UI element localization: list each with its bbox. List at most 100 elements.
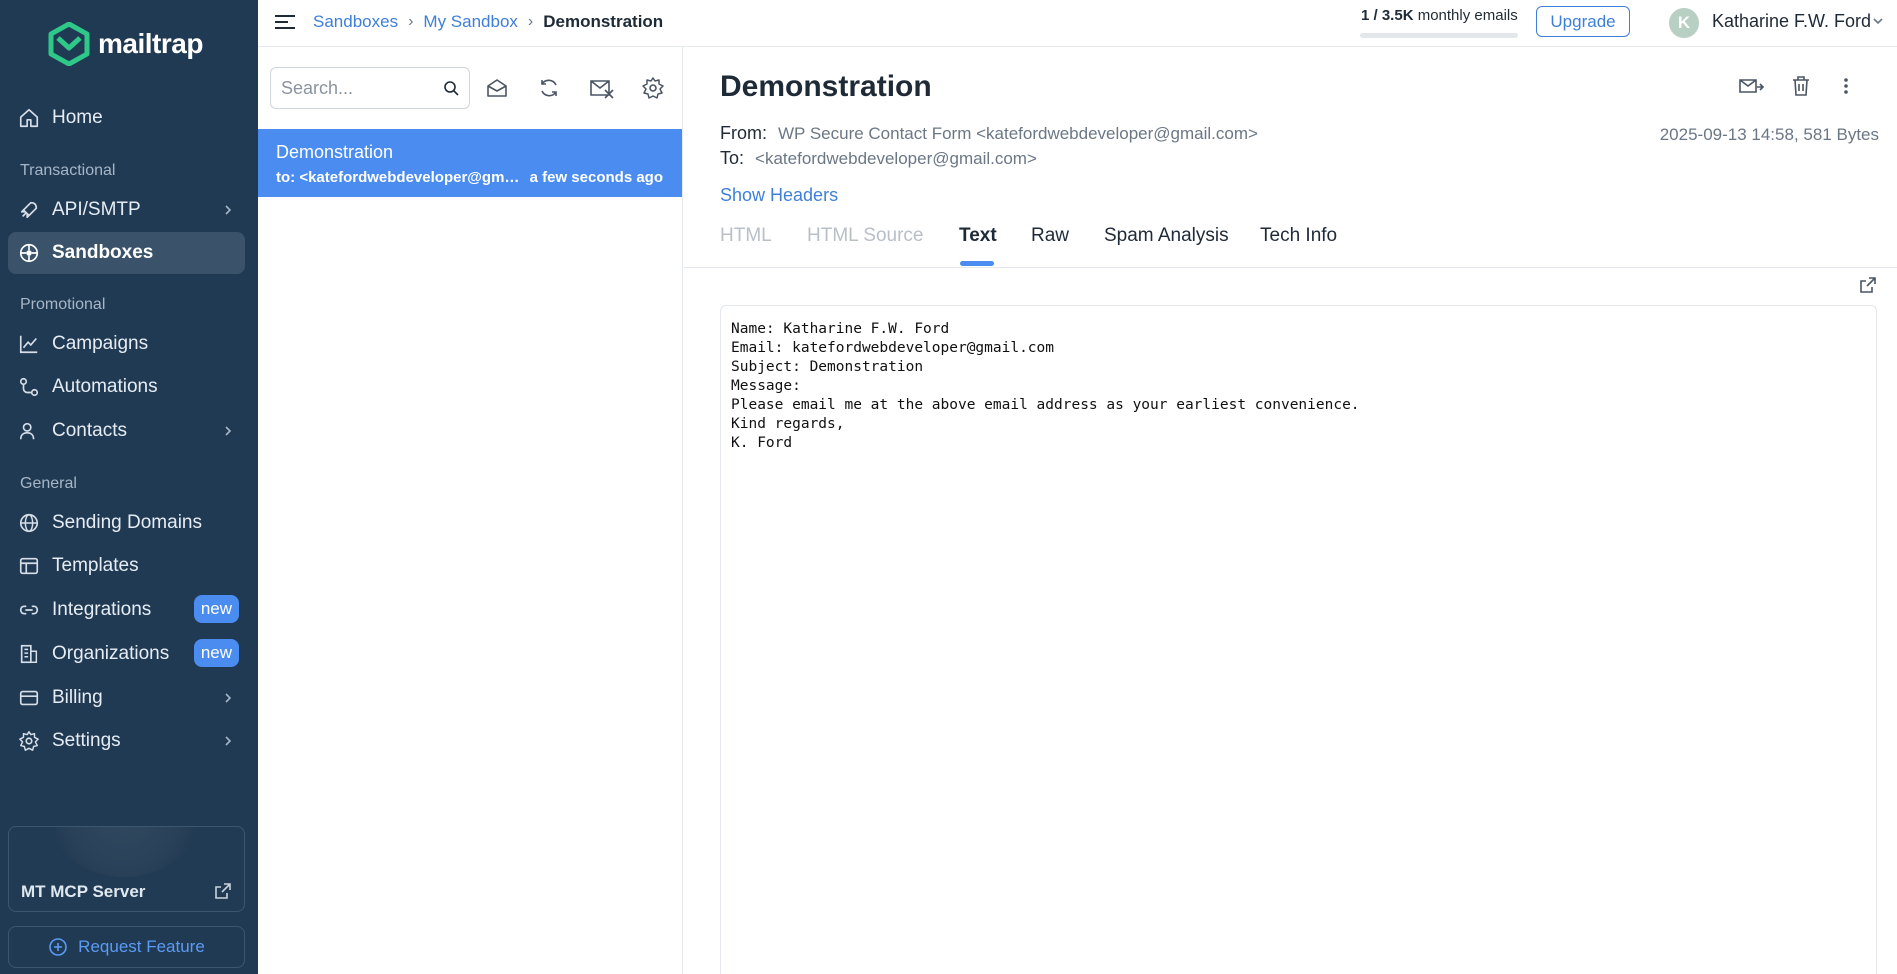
automation-icon [19, 377, 39, 397]
body-line: K. Ford [731, 435, 793, 451]
external-link-icon[interactable] [214, 882, 232, 900]
tab-html[interactable]: HTML [720, 225, 772, 247]
credit-card-icon [19, 690, 39, 706]
new-badge: new [193, 639, 239, 667]
search-icon[interactable] [443, 80, 459, 96]
to-value: <katefordwebdeveloper@gmail.com> [755, 149, 1037, 168]
sidebar-item-api-smtp[interactable]: API/SMTP [8, 189, 245, 231]
body-line: Email: katefordwebdeveloper@gmail.com [731, 340, 1055, 356]
sidebar-item-billing[interactable]: Billing [8, 677, 245, 719]
sidebar-item-label: Sending Domains [52, 512, 202, 533]
chevron-right-icon [225, 693, 232, 703]
message-title: Demonstration [720, 70, 932, 103]
breadcrumb-separator: › [527, 13, 534, 30]
request-feature-label: Request Feature [78, 937, 205, 956]
show-headers-link[interactable]: Show Headers [720, 185, 838, 206]
quota-suffix: monthly emails [1417, 7, 1518, 24]
sidebar-item-integrations[interactable]: Integrations new [8, 589, 245, 631]
quota-progress-bar [1360, 33, 1518, 38]
body-line: Name: Katharine F.W. Ford [731, 321, 950, 337]
link-icon [19, 605, 39, 615]
trash-icon[interactable] [1790, 75, 1812, 97]
search-input[interactable] [281, 68, 431, 108]
sidebar-item-settings[interactable]: Settings [8, 720, 245, 762]
tab-tech-info[interactable]: Tech Info [1260, 225, 1337, 247]
tab-text[interactable]: Text [959, 225, 997, 247]
sidebar: mailtrap Home Transactional API/SMTP San… [0, 0, 258, 974]
tab-html-source[interactable]: HTML Source [807, 225, 924, 247]
request-feature-button[interactable]: Request Feature [8, 926, 245, 968]
message-list-panel: Demonstration to: <katefordwebdeveloper@… [258, 47, 683, 974]
section-promotional: Promotional [20, 296, 106, 313]
gear-icon[interactable] [642, 77, 664, 99]
user-name[interactable]: Katharine F.W. Ford [1712, 11, 1871, 32]
mailtrap-logo[interactable]: mailtrap [48, 22, 203, 66]
quota-text: 1 / 3.5K monthly emails [1361, 7, 1518, 24]
breadcrumb-my-sandbox[interactable]: My Sandbox [423, 12, 518, 32]
sidebar-item-organizations[interactable]: Organizations new [8, 633, 245, 675]
home-icon [19, 108, 39, 128]
to-label: To: [720, 148, 745, 168]
refresh-icon[interactable] [538, 77, 560, 99]
chevron-down-icon[interactable] [1872, 16, 1884, 26]
avatar[interactable]: K [1669, 8, 1699, 38]
message-meta: 2025-09-13 14:58, 581 Bytes [1659, 125, 1879, 144]
sidebar-item-label: Organizations [52, 643, 170, 664]
sidebar-item-label: API/SMTP [52, 199, 141, 220]
sidebar-item-sending-domains[interactable]: Sending Domains [8, 502, 245, 544]
body-line: Message: [731, 378, 801, 394]
tab-raw[interactable]: Raw [1031, 225, 1069, 247]
active-tab-indicator [960, 261, 994, 266]
tab-spam-analysis[interactable]: Spam Analysis [1104, 225, 1229, 247]
breadcrumb-current: Demonstration [543, 12, 664, 31]
message-tabs: HTML HTML Source Text Raw Spam Analysis … [684, 217, 1897, 268]
sidebar-item-templates[interactable]: Templates [8, 545, 245, 587]
body-line: Please email me at the above email addre… [731, 397, 1360, 413]
sidebar-item-campaigns[interactable]: Campaigns [8, 323, 245, 365]
breadcrumb-separator: › [408, 13, 414, 30]
chevron-right-icon [225, 205, 232, 215]
rocket-icon [20, 201, 38, 219]
section-general: General [20, 475, 77, 492]
sidebar-item-label: Integrations [52, 599, 152, 620]
sidebar-item-label: Sandboxes [52, 242, 154, 263]
quota-used: 1 / 3.5K [1361, 7, 1414, 24]
from-value: WP Secure Contact Form <katefordwebdevel… [778, 124, 1258, 143]
breadcrumb-sandboxes[interactable]: Sandboxes [313, 12, 398, 32]
from-label: From: [720, 123, 767, 143]
template-icon [19, 557, 39, 575]
sandbox-icon [19, 243, 39, 263]
upgrade-button[interactable]: Upgrade [1536, 6, 1630, 37]
contacts-icon [19, 422, 35, 440]
sidebar-item-sandboxes[interactable]: Sandboxes [8, 232, 245, 274]
mcp-decoration [49, 827, 199, 877]
message-time: a few seconds ago [529, 169, 663, 186]
chevron-right-icon [225, 736, 232, 746]
mcp-server-card[interactable]: MT MCP Server [8, 826, 245, 912]
sidebar-item-home[interactable]: Home [8, 97, 245, 139]
gear-icon [19, 731, 39, 751]
sidebar-item-automations[interactable]: Automations [8, 366, 245, 408]
sidebar-item-label: Automations [52, 376, 158, 397]
search-box[interactable] [270, 67, 470, 109]
message-list-item[interactable]: Demonstration to: <katefordwebdeveloper@… [258, 129, 682, 197]
mark-read-icon[interactable] [486, 77, 508, 99]
message-body: Name: Katharine F.W. Ford Email: katefor… [720, 305, 1877, 974]
section-transactional: Transactional [20, 162, 116, 179]
globe-icon [19, 513, 39, 533]
logo-text: mailtrap [98, 28, 203, 59]
clear-inbox-icon[interactable] [589, 77, 615, 99]
open-in-new-window-icon[interactable] [1859, 276, 1877, 294]
message-recipient: to: <katefordwebdeveloper@gmail.com> [276, 169, 526, 186]
from-row: From: WP Secure Contact Form <katefordwe… [720, 123, 1258, 144]
sidebar-item-contacts[interactable]: Contacts [8, 410, 245, 452]
breadcrumb: Sandboxes › My Sandbox › Demonstration [313, 12, 663, 32]
more-options-icon[interactable] [1842, 75, 1850, 97]
menu-toggle-icon[interactable] [274, 12, 296, 32]
chevron-right-icon [225, 426, 232, 436]
forward-email-icon[interactable] [1738, 75, 1764, 97]
message-subject: Demonstration [276, 142, 394, 162]
sidebar-item-label: Billing [52, 687, 103, 708]
message-view: Demonstration From: WP Secure Contact Fo… [684, 47, 1897, 974]
sidebar-item-label: Contacts [52, 420, 127, 441]
